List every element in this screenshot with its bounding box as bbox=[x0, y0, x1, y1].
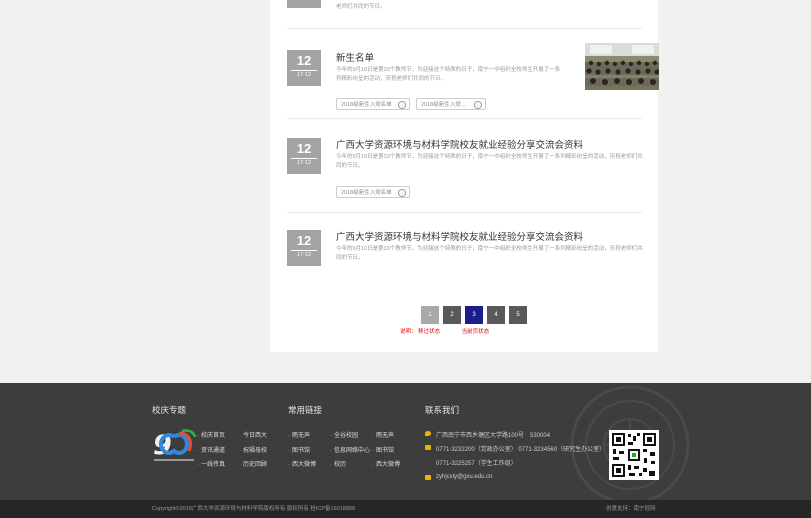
news-desc: 今年的9月10日是第33个教师节，为迎接这个特殊的日子，南宁一中组织全校师生开展… bbox=[336, 246, 643, 261]
page-button-current[interactable]: 3 bbox=[465, 306, 483, 324]
footer-link[interactable]: 雨无声 bbox=[288, 430, 310, 439]
news-item[interactable]: 老师们共同的节日。 bbox=[287, 0, 642, 29]
attachment-tag[interactable]: 2018级新生入党名单 ↓ bbox=[336, 186, 410, 198]
footer-link[interactable]: 西大微博 bbox=[372, 459, 400, 468]
attachment-label: 2018级新生入党... bbox=[421, 102, 466, 108]
email-text: zyhjcxly@gxu.edu.cn bbox=[436, 474, 493, 480]
attachment-tag[interactable]: 2018级新生入党... ↓ bbox=[416, 98, 486, 110]
download-icon: ↓ bbox=[398, 101, 406, 109]
page-button[interactable]: 4 bbox=[487, 306, 505, 324]
footer-link[interactable]: 历史回顾 bbox=[239, 459, 267, 468]
phone-icon bbox=[425, 445, 431, 450]
date-badge bbox=[287, 0, 321, 8]
legend-current: 当前页状态 bbox=[461, 329, 490, 335]
attachment-label: 2018级新生入党名单 bbox=[341, 102, 392, 108]
news-item[interactable]: 12 17-12 广西大学资源环境与材料学院校友就业经验分享交流会资料 今年的9… bbox=[287, 119, 643, 213]
contact-phone: 0771-3232200（党政办公室） 0771-3234560（研究生办公室） bbox=[425, 444, 605, 453]
news-item[interactable]: 12 17-12 新生名单 今年的9月10日是第33个教师节，为迎接这个特殊的日… bbox=[287, 29, 659, 119]
news-title[interactable]: 广西大学资源环境与材料学院校友就业经验分享交流会资料 bbox=[336, 137, 583, 151]
news-desc: 今年的9月10日是第33个教师节，为迎接这个特殊的日子，南宁一中组织全校师生开展… bbox=[336, 67, 561, 82]
phone-text: 0771-3232200（党政办公室） 0771-3234560（研究生办公室） bbox=[436, 447, 606, 453]
news-thumbnail[interactable] bbox=[585, 43, 659, 90]
date-month: 17-12 bbox=[291, 70, 317, 79]
news-desc: 老师们共同的节日。 bbox=[336, 4, 386, 10]
contact-email[interactable]: zyhjcxly@gxu.edu.cn bbox=[425, 474, 492, 480]
footer-link[interactable]: 信息网络中心 bbox=[330, 445, 370, 454]
legend-note: 说明： bbox=[400, 329, 417, 335]
news-title[interactable]: 新生名单 bbox=[336, 50, 374, 64]
page-button[interactable]: 2 bbox=[443, 306, 461, 324]
contact-phone-2: 0771-3225257（学生工作组） bbox=[425, 458, 517, 467]
footer-link[interactable]: 图书馆 bbox=[288, 445, 310, 454]
news-item[interactable]: 12 17-12 广西大学资源环境与材料学院校友就业经验分享交流会资料 今年的9… bbox=[287, 213, 643, 283]
footer-link[interactable]: 校庆首页 bbox=[197, 430, 225, 439]
footer-link[interactable]: 今日西大 bbox=[239, 430, 267, 439]
contact-address: 广西南宁市西乡塘区大学路100号 530004 bbox=[425, 430, 550, 439]
phone-text: 0771-3225257（学生工作组） bbox=[436, 461, 517, 467]
footer-heading-anniversary: 校庆专题 bbox=[152, 405, 187, 415]
download-icon: ↓ bbox=[398, 189, 406, 197]
footer-link[interactable]: 一线传真 bbox=[197, 459, 225, 468]
copyright-bar: Copyright©2018广西大学资源环境与材料学院版权所有 版权所有 桂IC… bbox=[0, 500, 811, 518]
date-badge: 12 17-12 bbox=[287, 138, 321, 174]
mail-icon bbox=[425, 475, 431, 480]
footer-link[interactable]: 图书馆 bbox=[372, 445, 394, 454]
footer-link[interactable]: 全谷校园 bbox=[330, 430, 358, 439]
tech-support-link[interactable]: 创意支持：南宁冠网 bbox=[606, 500, 656, 518]
legend-hover: 移过状态 bbox=[418, 329, 441, 335]
pagination: 1 2 3 4 5 bbox=[421, 306, 527, 324]
download-icon: ↓ bbox=[474, 101, 482, 109]
classroom-photo bbox=[585, 43, 659, 90]
page-button[interactable]: 1 bbox=[421, 306, 439, 324]
news-desc: 今年的9月10日是第33个教师节，为迎接这个特殊的日子，南宁一中组织全校师生开展… bbox=[336, 154, 643, 169]
date-day: 12 bbox=[296, 141, 312, 156]
pagination-legend: 说明： 移过状态 当前页状态 bbox=[400, 327, 489, 335]
news-list-card: 老师们共同的节日。 12 17-12 新生名单 今年的9月10日是第33个教师节… bbox=[270, 0, 659, 352]
footer-heading-links: 常用链接 bbox=[288, 405, 323, 415]
location-icon bbox=[425, 431, 431, 436]
date-badge: 12 17-12 bbox=[287, 50, 321, 86]
copyright-text: Copyright©2018广西大学资源环境与材料学院版权所有 版权所有 桂IC… bbox=[152, 506, 356, 512]
page-button[interactable]: 5 bbox=[509, 306, 527, 324]
date-month: 17-12 bbox=[291, 158, 317, 167]
footer-heading-contact: 联系我们 bbox=[425, 405, 460, 415]
footer-link[interactable]: 祝福母校 bbox=[239, 445, 267, 454]
date-day: 12 bbox=[296, 53, 312, 68]
site-footer: 校庆专题 9 校庆首页 今日西大 资讯通道 祝福母校 一线传真 历史回顾 常用链… bbox=[0, 383, 811, 500]
attachment-tag[interactable]: 2018级新生入党名单 ↓ bbox=[336, 98, 410, 110]
address-text: 广西南宁市西乡塘区大学路100号 530004 bbox=[436, 433, 551, 439]
date-badge: 12 17-12 bbox=[287, 230, 321, 266]
attachment-label: 2018级新生入党名单 bbox=[341, 190, 392, 196]
anniversary-90-logo[interactable]: 9 bbox=[152, 427, 198, 465]
footer-link[interactable]: 西大微博 bbox=[288, 459, 316, 468]
date-day: 12 bbox=[296, 233, 312, 248]
date-month: 17-12 bbox=[291, 250, 317, 259]
footer-link[interactable]: 雨无声 bbox=[372, 430, 394, 439]
footer-link[interactable]: 资讯通道 bbox=[197, 445, 225, 454]
news-title[interactable]: 广西大学资源环境与材料学院校友就业经验分享交流会资料 bbox=[336, 229, 583, 243]
qr-code bbox=[609, 430, 659, 480]
footer-link[interactable]: 校历 bbox=[330, 459, 346, 468]
